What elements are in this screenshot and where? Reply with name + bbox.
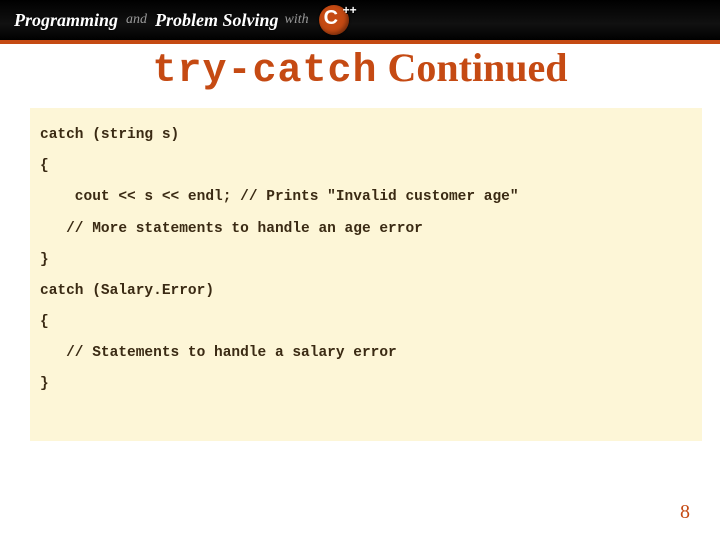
code-block: catch (string s) { cout << s << endl; //… — [30, 108, 702, 441]
title-mono: try-catch — [152, 49, 377, 94]
logo-problem-solving: Problem Solving — [155, 10, 279, 31]
code-line: // Statements to handle a salary error — [40, 338, 692, 369]
logo-and: and — [126, 12, 147, 28]
slide-title: try-catch Continued — [0, 44, 720, 94]
code-line: { — [40, 307, 692, 338]
code-line: // More statements to handle an age erro… — [40, 214, 692, 245]
cpp-pp: ++ — [343, 3, 357, 17]
logo-with: with — [285, 12, 309, 28]
code-line: } — [40, 369, 692, 400]
page-number: 8 — [680, 501, 690, 524]
header-inner: Programming and Problem Solving with C +… — [0, 0, 720, 40]
cpp-c: C — [324, 7, 338, 30]
code-line: catch (Salary.Error) — [40, 276, 692, 307]
code-line: catch (string s) — [40, 120, 692, 151]
title-continued: Continued — [377, 45, 567, 90]
code-line: } — [40, 245, 692, 276]
code-line: cout << s << endl; // Prints "Invalid cu… — [40, 182, 692, 213]
code-line: { — [40, 151, 692, 182]
header-bar: Programming and Problem Solving with C +… — [0, 0, 720, 44]
logo-programming: Programming — [14, 10, 118, 31]
cpp-logo-icon: C ++ — [319, 5, 349, 35]
